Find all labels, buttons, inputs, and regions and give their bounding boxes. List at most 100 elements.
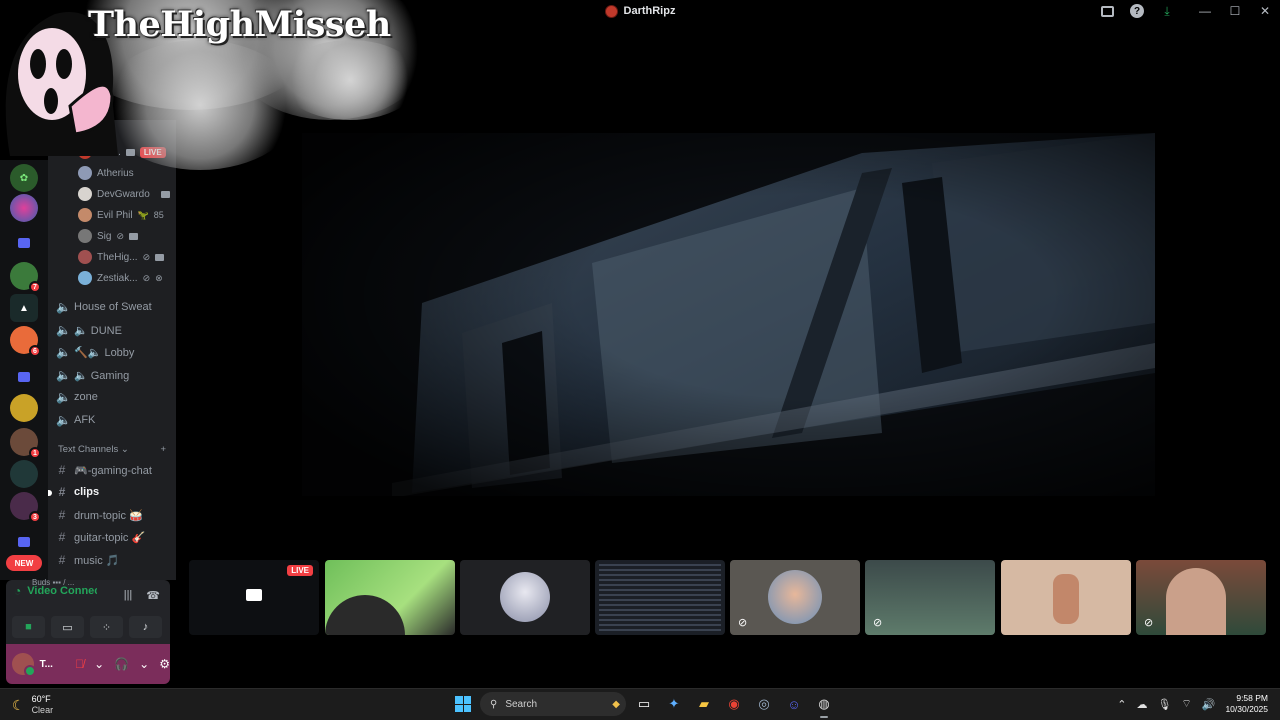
- help-icon[interactable]: ?: [1122, 0, 1152, 22]
- avatar[interactable]: [12, 653, 36, 677]
- participant-tile[interactable]: [595, 560, 725, 635]
- file-explorer-icon[interactable]: ▰: [692, 692, 716, 716]
- headphones-icon[interactable]: 🎧: [114, 657, 129, 671]
- avatar: [78, 229, 92, 243]
- signal-icon[interactable]: ◔: [14, 584, 21, 598]
- participant-tile[interactable]: [1001, 560, 1131, 635]
- chevron-down-icon[interactable]: ⌄: [94, 657, 104, 671]
- voice-channel[interactable]: 🔈 AFK: [56, 410, 174, 430]
- server-icon[interactable]: [10, 194, 38, 222]
- participant-tile[interactable]: ⊘: [865, 560, 995, 635]
- discord-icon[interactable]: ☺: [782, 692, 806, 716]
- steam-icon[interactable]: ◎: [752, 692, 776, 716]
- text-channel[interactable]: # guitar-topic 🎸: [56, 527, 174, 547]
- hash-icon: #: [58, 553, 66, 567]
- clock[interactable]: 9:58 PM 10/30/2025: [1225, 693, 1268, 715]
- voice-channel[interactable]: 🔈 🔨🔈 Lobby: [56, 342, 174, 362]
- channel-label: House of Sweat: [74, 301, 152, 313]
- voice-member[interactable]: DevGwardo: [78, 185, 170, 203]
- start-button[interactable]: [452, 693, 474, 715]
- participant-tile[interactable]: ⊘: [1136, 560, 1266, 635]
- camera-icon: [125, 148, 135, 156]
- text-channel[interactable]: # drum-topic 🥁: [56, 505, 174, 525]
- disconnect-icon[interactable]: ☎: [146, 589, 160, 602]
- microphone-muted-icon[interactable]: 🎙̸: [75, 657, 84, 671]
- participant-tile[interactable]: ⊘: [730, 560, 860, 635]
- voice-member[interactable]: Evil Phil 🦖 85: [78, 206, 164, 224]
- voice-channel[interactable]: 🔈 🔈 Gaming: [56, 365, 174, 385]
- voice-member[interactable]: Sig ⊘: [78, 227, 138, 245]
- folder-icon[interactable]: [18, 372, 30, 382]
- inbox-icon[interactable]: [1092, 0, 1122, 22]
- stream-video[interactable]: [302, 133, 1155, 496]
- text-channel[interactable]: # music 🎵: [56, 550, 174, 570]
- clock-date: 10/30/2025: [1225, 704, 1268, 714]
- participant-tile[interactable]: LIVE: [189, 560, 319, 635]
- close-button[interactable]: ✕: [1250, 0, 1280, 22]
- add-channel-icon[interactable]: +: [160, 444, 166, 455]
- server-icon[interactable]: 6: [10, 326, 41, 357]
- server-icon[interactable]: 3: [10, 492, 41, 523]
- participant-tile[interactable]: [460, 560, 590, 635]
- voice-member[interactable]: Dar... LIVE: [78, 143, 166, 161]
- taskbar-search[interactable]: ⚲ Search ◆: [480, 692, 626, 716]
- server-icon[interactable]: 1: [10, 428, 41, 459]
- copilot-icon[interactable]: ✦: [662, 692, 686, 716]
- text-channel[interactable]: # clips: [56, 482, 174, 502]
- minimize-button[interactable]: —: [1190, 0, 1220, 22]
- noise-suppression-icon[interactable]: |||: [124, 589, 133, 602]
- wifi-icon[interactable]: ⌔: [1181, 697, 1191, 711]
- activities-button[interactable]: ⁘: [90, 616, 123, 638]
- user-panel: T... 🎙̸ ⌄ 🎧 ⌄ ⚙: [6, 644, 170, 684]
- obs-icon[interactable]: ◍: [812, 692, 836, 718]
- channel-list: Dar... LIVE Atherius DevGwardo Evil Phil…: [48, 120, 176, 580]
- server-icon[interactable]: [10, 394, 38, 422]
- folder-icon[interactable]: [18, 537, 30, 547]
- soundboard-button[interactable]: ♪: [129, 616, 162, 638]
- cloud-icon[interactable]: ☁: [1136, 698, 1147, 711]
- hash-icon: #: [58, 463, 66, 477]
- search-highlight-icon: ◆: [612, 698, 620, 710]
- maximize-button[interactable]: ☐: [1220, 0, 1250, 22]
- participant-tile[interactable]: [325, 560, 455, 635]
- voice-member[interactable]: TheHig... ⊘: [78, 248, 165, 266]
- task-view-icon[interactable]: ▭: [632, 692, 656, 716]
- text-channel[interactable]: # 🎮-gaming-chat: [56, 460, 174, 480]
- text-channels-category[interactable]: Text Channels ⌄ +: [58, 444, 166, 455]
- server-icon[interactable]: ▲: [10, 294, 38, 322]
- voice-member[interactable]: Zestiak... ⊘ ⊗: [78, 269, 163, 287]
- screen-share-button[interactable]: ▭: [51, 616, 84, 638]
- participant-strip: LIVE ⊘ ⊘ ⊘: [189, 560, 1269, 635]
- volume-icon[interactable]: 🔊: [1202, 698, 1216, 711]
- voice-connection-panel: ◔ Video Connected Buds ▪▪▪ / ... ||| ☎ ■…: [6, 578, 170, 644]
- voice-member[interactable]: Atherius: [78, 164, 134, 182]
- member-name: TheHig...: [97, 251, 138, 263]
- camera-button[interactable]: ■: [12, 616, 45, 638]
- weather-temp: 60°F: [31, 694, 51, 704]
- server-icon[interactable]: 7: [10, 262, 41, 293]
- microphone-icon[interactable]: 🎙: [1157, 698, 1171, 711]
- server-icon[interactable]: ✿: [10, 164, 38, 192]
- channel-label: 🔈 Gaming: [74, 369, 130, 382]
- voice-channel[interactable]: 🔈 🔈 DUNE: [56, 320, 174, 340]
- stream-frame-image: [302, 133, 1155, 496]
- new-unreads-pill[interactable]: NEW: [6, 555, 42, 571]
- username[interactable]: T...: [40, 659, 62, 670]
- voice-channel[interactable]: 🔈 zone: [56, 387, 174, 407]
- folder-icon[interactable]: [18, 238, 30, 248]
- voice-channel[interactable]: 🔈 House of Sweat: [56, 297, 174, 317]
- download-icon[interactable]: ⤓: [1152, 0, 1182, 22]
- title-bar: DarthRipz ? ⤓ — ☐ ✕: [0, 0, 1280, 22]
- server-icon[interactable]: [10, 460, 38, 488]
- channel-label: music 🎵: [74, 554, 120, 567]
- settings-gear-icon[interactable]: ⚙: [159, 657, 170, 671]
- chevron-up-icon[interactable]: ⌃: [1117, 698, 1126, 711]
- chevron-down-icon[interactable]: ⌄: [139, 657, 149, 671]
- window-title: DarthRipz: [604, 4, 675, 18]
- avatar: [78, 208, 92, 222]
- weather-widget[interactable]: ☾ 60°F Clear: [12, 694, 53, 716]
- camera-icon: [155, 253, 165, 261]
- chrome-icon[interactable]: ◉: [722, 692, 746, 716]
- live-badge: LIVE: [287, 565, 313, 576]
- hash-icon: #: [58, 508, 66, 522]
